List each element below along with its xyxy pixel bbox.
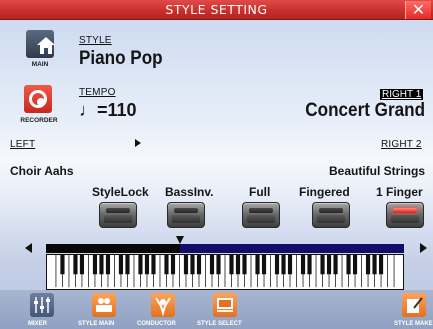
mixer-label: MIXER (28, 321, 48, 327)
black-key (235, 255, 241, 275)
one-finger-label: 1 Finger (376, 185, 423, 199)
black-key (274, 255, 280, 275)
black-key (365, 255, 371, 275)
black-key (320, 255, 325, 275)
black-key (164, 255, 169, 275)
left-voice[interactable]: Choir Aahs (10, 164, 74, 178)
stylelock-button[interactable] (99, 202, 137, 228)
black-key (105, 255, 111, 275)
black-key (216, 255, 221, 275)
black-key (92, 255, 98, 275)
style-setting-screen: STYLE SETTING ✕ MAIN RECORDER STYLE Pian… (0, 0, 433, 329)
full-button[interactable] (242, 202, 280, 228)
bottom-nav: MIXER STYLE MAIN CONDUCTOR STYLE SELECT (0, 290, 433, 329)
close-icon: ✕ (411, 0, 426, 19)
play-triangle-icon (135, 139, 141, 147)
keyboard[interactable] (46, 254, 404, 290)
black-key (144, 255, 150, 275)
home-icon (26, 30, 55, 58)
black-key (170, 255, 176, 275)
style-main-icon[interactable] (92, 293, 116, 317)
right2-label[interactable]: RIGHT 2 (381, 139, 422, 150)
title-bar: STYLE SETTING ✕ (0, 0, 433, 20)
left-label[interactable]: LEFT (10, 139, 35, 150)
black-key (73, 255, 78, 275)
left-zone (46, 244, 180, 253)
style-main-label: STYLE MAIN (78, 321, 115, 327)
black-key (307, 255, 312, 275)
stylelock-label: StyleLock (92, 185, 149, 199)
close-button[interactable]: ✕ (405, 0, 431, 19)
page-title: STYLE SETTING (165, 2, 268, 17)
main-button[interactable]: MAIN (20, 28, 60, 74)
record-icon (24, 85, 52, 113)
black-key (300, 255, 306, 275)
black-key (378, 255, 384, 275)
tempo-label[interactable]: TEMPO (79, 87, 116, 98)
right1-label[interactable]: RIGHT 1 (380, 89, 424, 100)
black-key (242, 255, 247, 275)
recorder-button-label: RECORDER (20, 117, 58, 124)
black-key (209, 255, 215, 275)
style-make-icon[interactable] (402, 293, 426, 317)
bassinv-label: BassInv. (165, 185, 214, 199)
black-key (196, 255, 202, 275)
style-name[interactable]: Piano Pop (79, 48, 163, 70)
full-label: Full (249, 185, 271, 199)
recorder-button[interactable]: RECORDER (10, 84, 68, 130)
split-point-marker[interactable] (176, 236, 184, 244)
mixer-icon[interactable] (30, 293, 54, 317)
style-make-label: STYLE MAKE (394, 321, 433, 327)
conductor-icon[interactable] (151, 293, 175, 317)
black-key (229, 255, 234, 275)
style-select-label: STYLE SELECT (197, 321, 242, 327)
black-key (352, 255, 358, 275)
fingered-label: Fingered (299, 185, 350, 199)
black-key (99, 255, 104, 275)
black-key (79, 255, 85, 275)
main-button-label: MAIN (31, 61, 49, 68)
style-select-icon[interactable] (213, 293, 237, 317)
black-key (261, 255, 267, 275)
black-key (190, 255, 195, 275)
tempo-value[interactable]: ♩=110 (79, 100, 137, 121)
black-key (255, 255, 260, 275)
scroll-right-icon[interactable] (420, 243, 427, 253)
black-key (346, 255, 351, 275)
scroll-left-icon[interactable] (25, 243, 32, 253)
split-range-bar (46, 244, 404, 253)
right2-voice[interactable]: Beautiful Strings (329, 164, 425, 178)
bassinv-button[interactable] (167, 202, 205, 228)
black-key (138, 255, 143, 275)
black-key (125, 255, 130, 275)
black-key (60, 255, 65, 275)
right1-voice[interactable]: Concert Grand (305, 100, 425, 122)
conductor-label: CONDUCTOR (137, 321, 176, 327)
black-key (333, 255, 338, 275)
black-key (281, 255, 286, 275)
black-key (326, 255, 332, 275)
one-finger-button[interactable] (386, 202, 424, 228)
black-key (151, 255, 156, 275)
black-key (287, 255, 293, 275)
style-label[interactable]: STYLE (79, 35, 112, 46)
black-key (372, 255, 377, 275)
fingered-button[interactable] (312, 202, 350, 228)
black-key (183, 255, 189, 275)
black-key (118, 255, 124, 275)
